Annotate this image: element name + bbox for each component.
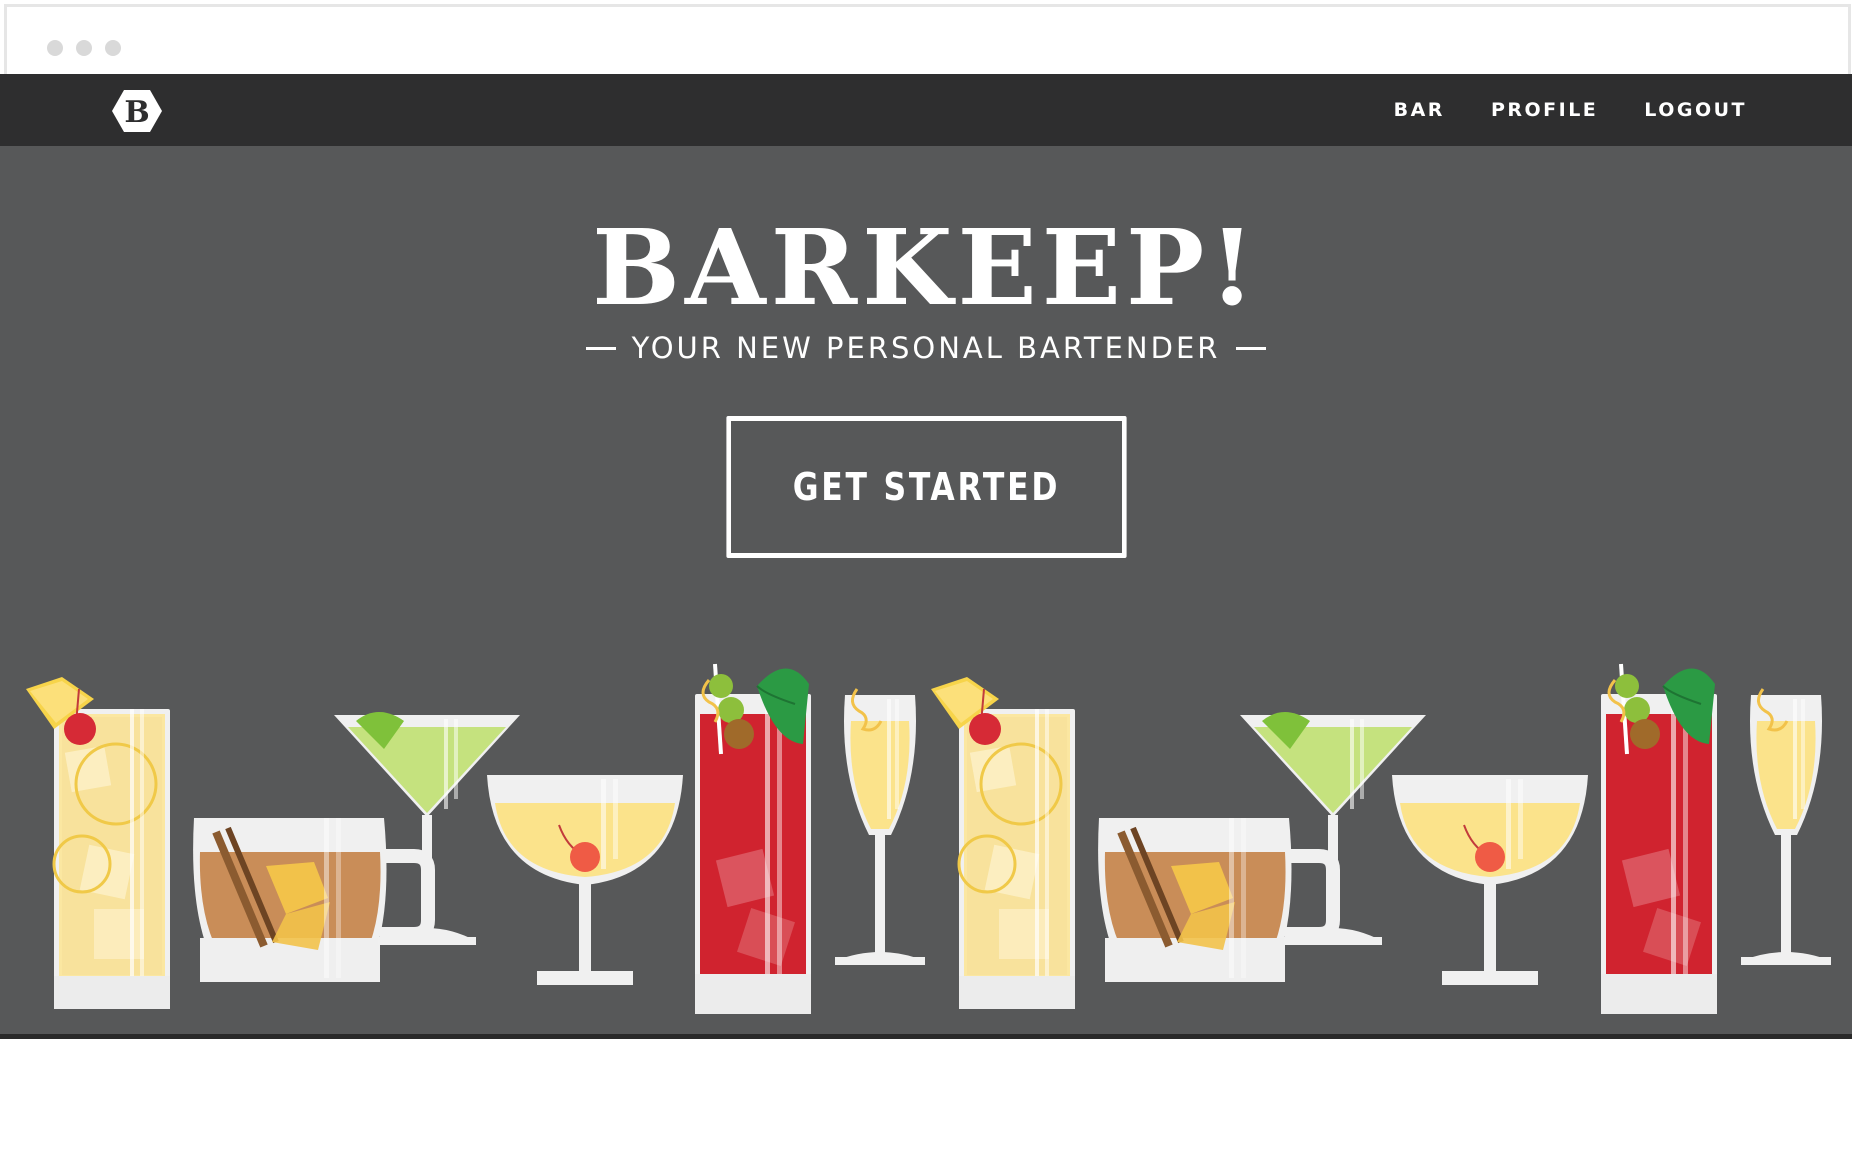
nav-links: BAR PROFILE LOGOUT [1394,74,1747,146]
bloody-mary-glass-icon [693,662,813,1016]
window-close-dot[interactable] [47,40,63,56]
hero-bottom-edge [0,1034,1852,1039]
hot-toddy-mug-icon [1098,818,1333,982]
window-minimize-dot[interactable] [76,40,92,56]
coupe-glass-icon [1391,774,1589,986]
browser-chrome [7,7,1848,79]
champagne-flute-icon [1739,687,1833,967]
barkeep-logo-icon[interactable]: B [112,88,162,134]
highball-glass-icon [24,675,172,1011]
hot-toddy-mug-icon [193,818,428,982]
svg-text:B: B [124,95,149,130]
nav-profile-link[interactable]: PROFILE [1491,99,1598,121]
hero-section: BARKEEP! YOUR NEW PERSONAL BARTENDER GET… [0,146,1852,1034]
cocktail-illustration [24,662,1833,1016]
bloody-mary-glass-icon [1599,662,1719,1016]
nav-logout-link[interactable]: LOGOUT [1644,99,1747,121]
champagne-flute-icon [833,687,927,967]
highball-glass-icon [929,675,1077,1011]
window-maximize-dot[interactable] [105,40,121,56]
top-navbar: B BAR PROFILE LOGOUT [0,74,1852,146]
nav-bar-link[interactable]: BAR [1394,99,1445,121]
coupe-glass-icon [486,774,684,986]
